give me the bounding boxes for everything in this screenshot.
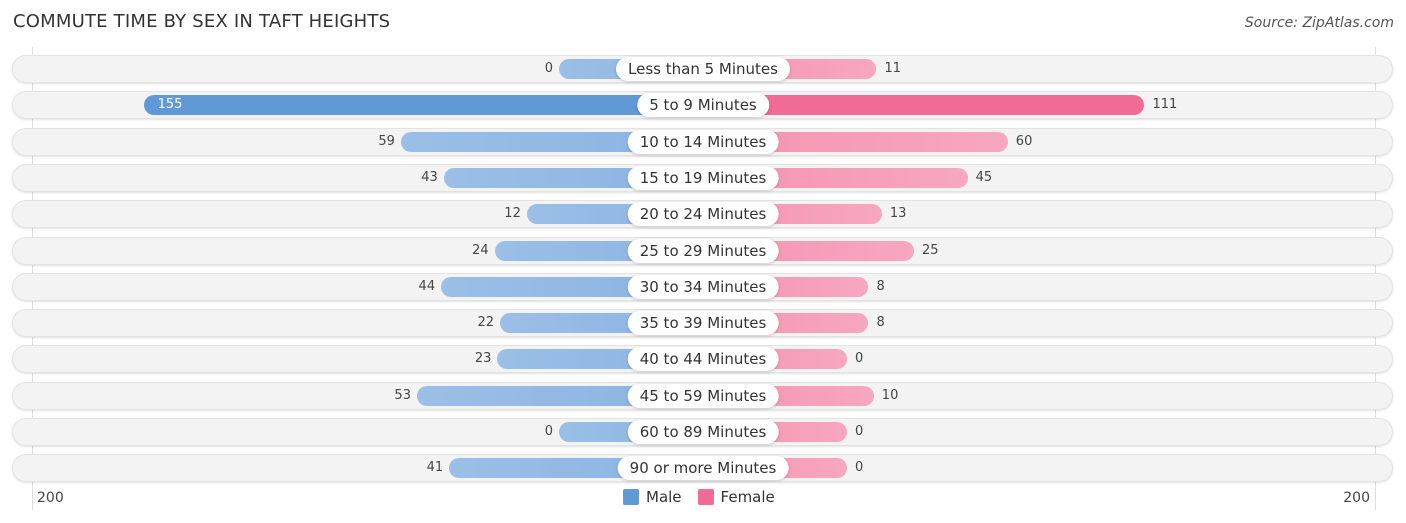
legend-swatch-female	[697, 489, 714, 505]
value-label-male: 41	[426, 460, 444, 476]
value-label-female: 8	[876, 315, 885, 331]
value-label-female: 13	[889, 206, 907, 222]
value-label-male: 12	[504, 206, 521, 222]
value-label-female: 60	[1015, 133, 1033, 149]
value-label-female: 25	[922, 242, 939, 258]
value-label-female: 0	[855, 460, 864, 476]
value-label-female: 111	[1152, 97, 1178, 113]
value-label-male: 22	[477, 315, 495, 331]
category-label: 20 to 24 Minutes	[627, 202, 779, 227]
value-label-male: 155	[157, 97, 183, 113]
legend-item-female[interactable]: Female	[697, 488, 775, 506]
category-label: Less than 5 Minutes	[616, 57, 790, 81]
value-label-female: 45	[975, 169, 993, 185]
source-note: Source: ZipAtlas.com	[1244, 15, 1394, 31]
value-label-male: 53	[394, 387, 411, 403]
category-label: 45 to 59 Minutes	[627, 383, 779, 408]
value-label-male: 0	[544, 424, 553, 439]
left-axis-tick: 200	[37, 490, 64, 506]
category-label: 40 to 44 Minutes	[627, 347, 779, 372]
category-label: 35 to 39 Minutes	[627, 311, 779, 336]
category-label: 30 to 34 Minutes	[627, 274, 779, 299]
category-label: 10 to 14 Minutes	[627, 129, 779, 154]
value-label-male: 0	[544, 61, 553, 76]
legend-swatch-male	[623, 489, 639, 505]
chart-title: COMMUTE TIME BY SEX IN TAFT HEIGHTS	[13, 11, 391, 32]
value-label-male: 24	[472, 242, 489, 258]
legend: Male Female	[623, 488, 791, 506]
bar-female[interactable]	[703, 95, 1145, 116]
right-axis-tick: 200	[1343, 490, 1370, 506]
value-label-female: 11	[884, 61, 902, 76]
category-label: 60 to 89 Minutes	[627, 420, 779, 444]
value-label-male: 44	[418, 278, 436, 294]
value-label-male: 23	[474, 351, 492, 367]
category-label: 25 to 29 Minutes	[627, 238, 779, 263]
value-label-female: 8	[876, 278, 885, 294]
bar-male[interactable]	[143, 95, 703, 116]
value-label-female: 0	[855, 351, 864, 367]
category-label: 5 to 9 Minutes	[637, 93, 769, 118]
value-label-male: 59	[378, 133, 395, 149]
value-label-male: 43	[421, 169, 438, 185]
category-label: 15 to 19 Minutes	[627, 165, 779, 190]
value-label-female: 10	[881, 387, 899, 403]
category-label: 90 or more Minutes	[617, 456, 789, 481]
value-label-female: 0	[855, 424, 864, 439]
legend-label-male: Male	[646, 488, 682, 506]
legend-label-female: Female	[720, 488, 775, 506]
legend-item-male[interactable]: Male	[623, 488, 682, 506]
